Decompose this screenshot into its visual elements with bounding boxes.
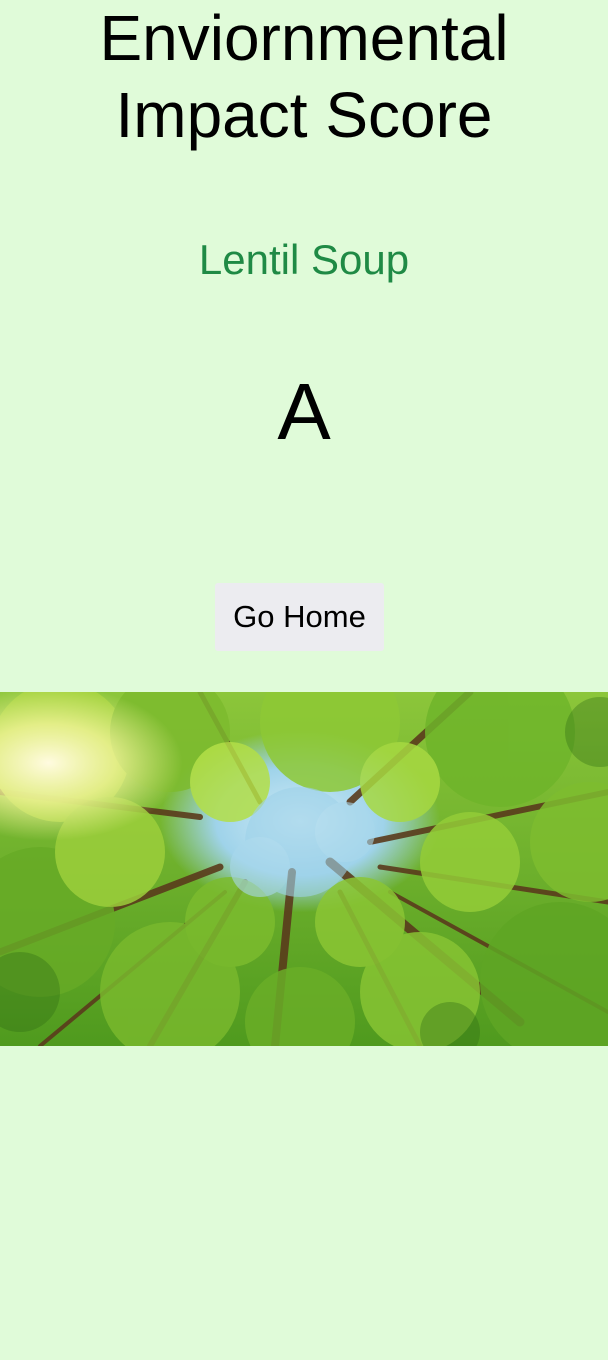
food-item-name: Lentil Soup	[198, 236, 410, 283]
go-home-button[interactable]: Go Home	[215, 583, 384, 651]
forest-canopy-photo	[0, 692, 608, 1046]
page-title: Enviornmental Impact Score	[0, 0, 608, 154]
impact-grade: A	[277, 367, 331, 456]
page-title-line1: Enviornmental	[99, 2, 509, 74]
forest-canopy-illustration	[0, 692, 608, 1046]
page-title-line2: Impact Score	[115, 79, 493, 151]
